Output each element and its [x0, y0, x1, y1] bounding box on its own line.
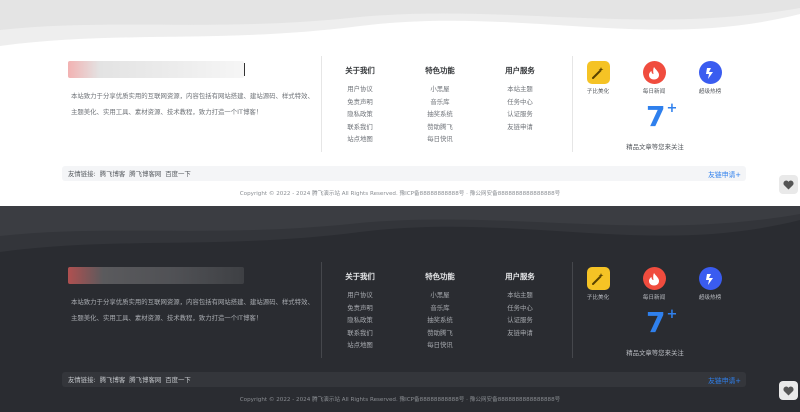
copyright: Copyright © 2022 - 2024 腾飞演示站 All Rights… — [239, 191, 561, 197]
footer-link-contact[interactable]: 联系我们 — [330, 121, 390, 134]
friend-link[interactable]: 腾飞博客 — [100, 170, 126, 178]
favorite-button[interactable] — [779, 175, 798, 194]
friend-link[interactable]: 腾飞博客 — [100, 376, 126, 384]
footer-link-privacy[interactable]: 隐私政策 — [330, 314, 390, 327]
friend-link[interactable]: 百度一下 — [165, 170, 191, 178]
column-title: 用户服务 — [505, 66, 535, 75]
footer-dark-theme: 本站致力于分享优质实用的互联网资源，内容包括有网站搭建、建站源码、样式特效、主题… — [0, 206, 800, 412]
footer-link-disclaimer[interactable]: 免责声明 — [330, 302, 390, 315]
favorite-button[interactable] — [779, 381, 798, 400]
site-intro: 本站致力于分享优质实用的互联网资源，内容包括有网站搭建、建站源码、样式特效、主题… — [71, 92, 314, 116]
site-logo[interactable] — [68, 61, 244, 78]
column-title: 关于我们 — [345, 66, 375, 75]
footer-link-user-agreement[interactable]: 用户协议 — [330, 83, 390, 96]
footer-column-about: 关于我们 用户协议 免责声明 隐私政策 联系我们 站点地图 — [330, 64, 390, 146]
footer-link-verify[interactable]: 认证服务 — [490, 108, 550, 121]
heart-icon — [783, 180, 794, 189]
flame-icon — [642, 61, 666, 84]
column-title: 关于我们 — [345, 272, 375, 281]
site-logo[interactable] — [68, 267, 244, 284]
app-label: 子比美化 — [586, 295, 610, 301]
friend-link[interactable]: 百度一下 — [165, 376, 191, 384]
friend-links: 友情链接: 腾飞博客 腾飞博客网 百度一下 — [68, 375, 195, 384]
app-daily-news[interactable]: 每日新闻 — [634, 61, 674, 95]
footer-link-contact[interactable]: 联系我们 — [330, 327, 390, 340]
apply-friend-link-button[interactable]: 友链申请+ — [708, 169, 741, 179]
site-intro: 本站致力于分享优质实用的互联网资源，内容包括有网站搭建、建站源码、样式特效、主题… — [71, 298, 314, 322]
footer-column-features: 特色功能 小黑屋 音乐库 抽奖系统 赞助腾飞 每日快讯 — [410, 64, 470, 146]
footer-link-sponsor[interactable]: 赞助腾飞 — [410, 121, 470, 134]
apply-friend-link-button[interactable]: 友链申请+ — [708, 375, 741, 385]
friend-links-label: 友情链接: — [68, 170, 96, 178]
column-title: 特色功能 — [425, 66, 455, 75]
seven-plus-badge: 7+ — [646, 306, 678, 339]
footer-link-sitemap[interactable]: 站点地图 — [330, 339, 390, 352]
divider — [321, 56, 322, 152]
friend-links-bar: 友情链接: 腾飞博客 腾飞博客网 百度一下 友链申请+ — [62, 372, 746, 387]
app-zibi-beautify[interactable]: 子比美化 — [578, 267, 618, 301]
footer-link-theme[interactable]: 本站主题 — [490, 83, 550, 96]
footer-link-blackroom[interactable]: 小黑屋 — [410, 289, 470, 302]
lightning-icon — [698, 267, 722, 290]
footer-link-music[interactable]: 音乐库 — [410, 96, 470, 109]
column-title: 特色功能 — [425, 272, 455, 281]
logo-cursor — [244, 63, 245, 76]
app-hot-list[interactable]: 超级热榜 — [690, 267, 730, 301]
follow-text: 精品文章等您来关注 — [626, 143, 684, 151]
column-title: 用户服务 — [505, 272, 535, 281]
footer-link-friend-apply[interactable]: 友链申请 — [490, 327, 550, 340]
friend-links-bar: 友情链接: 腾飞博客 腾飞博客网 百度一下 友链申请+ — [62, 166, 746, 181]
footer-link-theme[interactable]: 本站主题 — [490, 289, 550, 302]
footer-link-user-agreement[interactable]: 用户协议 — [330, 289, 390, 302]
app-label: 超级热榜 — [698, 295, 722, 301]
copyright: Copyright © 2022 - 2024 腾飞演示站 All Rights… — [239, 397, 561, 403]
decorative-wave — [0, 0, 800, 46]
app-daily-news[interactable]: 每日新闻 — [634, 267, 674, 301]
footer-column-about: 关于我们 用户协议 免责声明 隐私政策 联系我们 站点地图 — [330, 270, 390, 352]
friend-link[interactable]: 腾飞博客网 — [129, 170, 161, 178]
divider — [572, 56, 573, 152]
footer-link-lottery[interactable]: 抽奖系统 — [410, 314, 470, 327]
footer-link-daily-news[interactable]: 每日快讯 — [410, 339, 470, 352]
friend-links: 友情链接: 腾飞博客 腾飞博客网 百度一下 — [68, 169, 195, 178]
divider — [321, 262, 322, 358]
decorative-wave — [0, 206, 800, 252]
follow-text: 精品文章等您来关注 — [626, 349, 684, 357]
footer-link-verify[interactable]: 认证服务 — [490, 314, 550, 327]
footer-link-tasks[interactable]: 任务中心 — [490, 96, 550, 109]
magic-wand-icon — [586, 267, 610, 290]
app-zibi-beautify[interactable]: 子比美化 — [578, 61, 618, 95]
footer-link-daily-news[interactable]: 每日快讯 — [410, 133, 470, 146]
magic-wand-icon — [586, 61, 610, 84]
footer-column-services: 用户服务 本站主题 任务中心 认证服务 友链申请 — [490, 270, 550, 339]
footer-link-sitemap[interactable]: 站点地图 — [330, 133, 390, 146]
footer-column-features: 特色功能 小黑屋 音乐库 抽奖系统 赞助腾飞 每日快讯 — [410, 270, 470, 352]
seven-plus-badge: 7+ — [646, 100, 678, 133]
footer-link-sponsor[interactable]: 赞助腾飞 — [410, 327, 470, 340]
lightning-icon — [698, 61, 722, 84]
heart-icon — [783, 386, 794, 395]
footer-link-friend-apply[interactable]: 友链申请 — [490, 121, 550, 134]
footer-link-lottery[interactable]: 抽奖系统 — [410, 108, 470, 121]
app-label: 超级热榜 — [698, 89, 722, 95]
footer-link-blackroom[interactable]: 小黑屋 — [410, 83, 470, 96]
footer-link-privacy[interactable]: 隐私政策 — [330, 108, 390, 121]
friend-link[interactable]: 腾飞博客网 — [129, 376, 161, 384]
footer-link-music[interactable]: 音乐库 — [410, 302, 470, 315]
flame-icon — [642, 267, 666, 290]
footer-link-tasks[interactable]: 任务中心 — [490, 302, 550, 315]
footer-light-theme: 本站致力于分享优质实用的互联网资源，内容包括有网站搭建、建站源码、样式特效、主题… — [0, 0, 800, 206]
footer-link-disclaimer[interactable]: 免责声明 — [330, 96, 390, 109]
divider — [572, 262, 573, 358]
footer-column-services: 用户服务 本站主题 任务中心 认证服务 友链申请 — [490, 64, 550, 133]
friend-links-label: 友情链接: — [68, 376, 96, 384]
app-label: 每日新闻 — [642, 295, 666, 301]
app-label: 子比美化 — [586, 89, 610, 95]
app-label: 每日新闻 — [642, 89, 666, 95]
app-hot-list[interactable]: 超级热榜 — [690, 61, 730, 95]
